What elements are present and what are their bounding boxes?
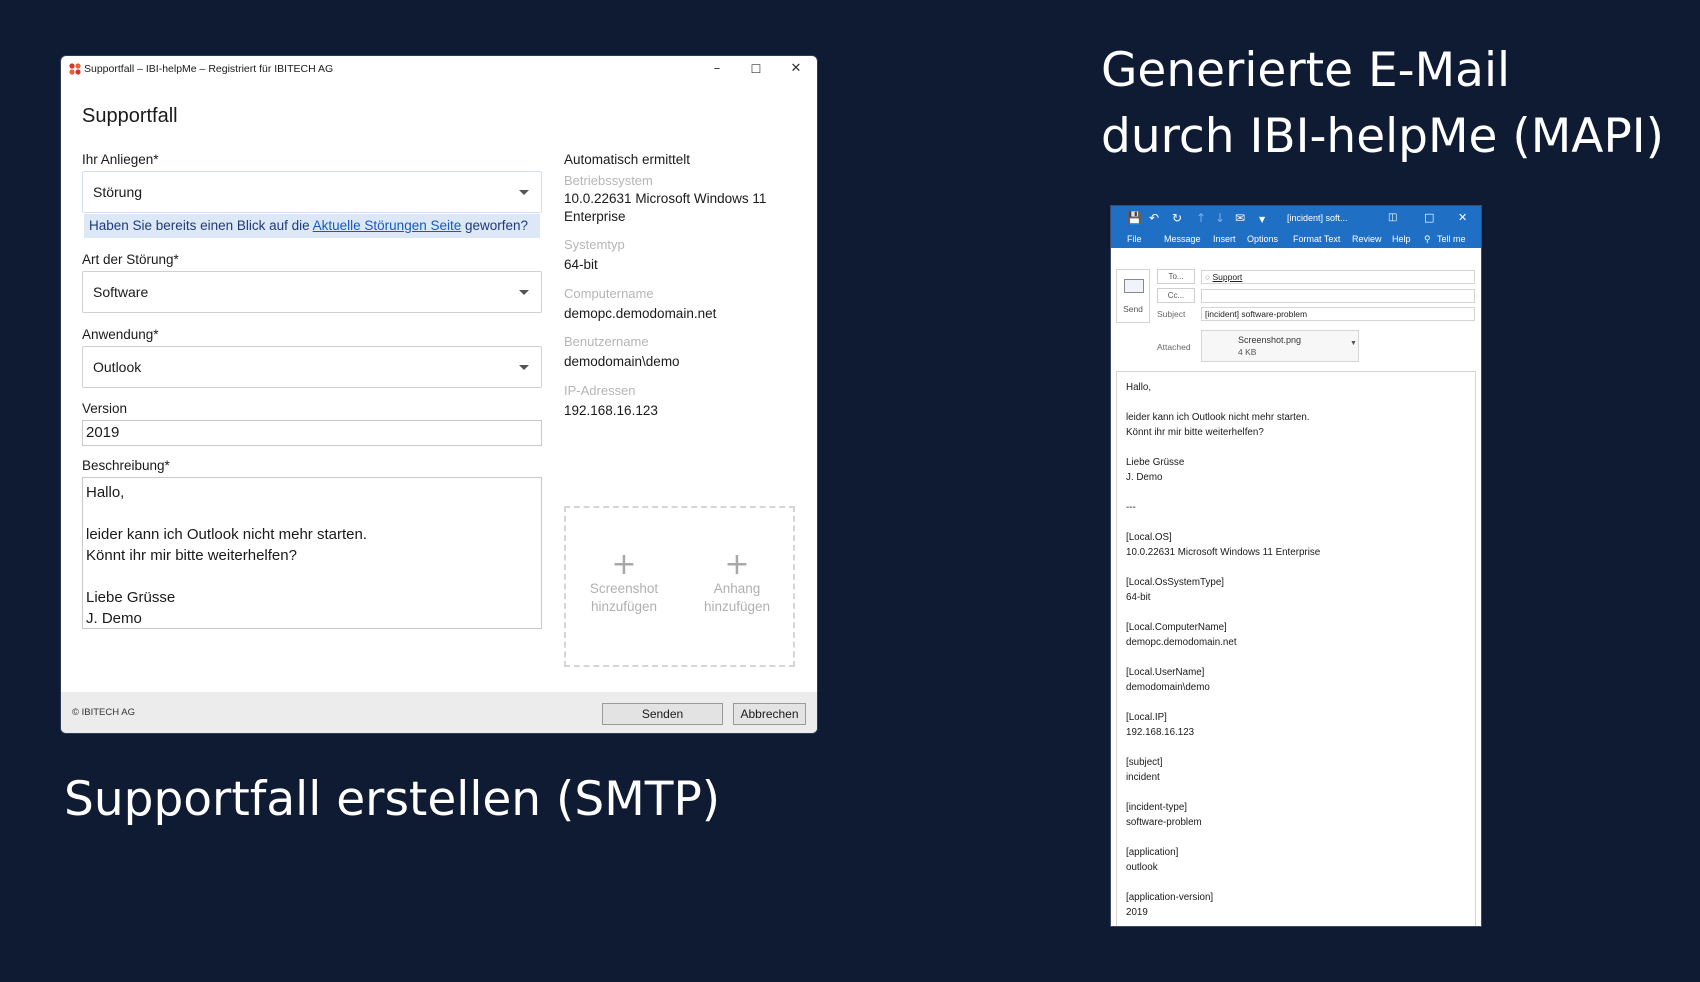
chevron-down-icon[interactable]: ▼	[1350, 340, 1357, 347]
attachment-chip[interactable]: Screenshot.png 4 KB ▼	[1201, 330, 1359, 362]
to-recipient[interactable]: Support	[1213, 272, 1243, 282]
tab-review[interactable]: Review	[1352, 234, 1382, 244]
minimize-button[interactable]: –	[698, 58, 736, 80]
tab-file[interactable]: File	[1127, 234, 1142, 244]
systemtyp-value: 64-bit	[564, 257, 598, 272]
attachment-drop-area: + Screenshot hinzufügen + Anhang hinzufü…	[564, 506, 795, 667]
caption-mapi: Generierte E-Mail durch IBI-helpMe (MAPI…	[1101, 38, 1664, 170]
maximize-icon[interactable]: □	[1424, 211, 1434, 225]
send-icon	[1124, 279, 1144, 293]
attachment-name: Screenshot.png	[1238, 335, 1302, 345]
art-label: Art der Störung*	[82, 252, 179, 267]
anliegen-value: Störung	[93, 184, 143, 200]
quick-action-icon[interactable]: ✉	[1235, 211, 1245, 225]
caption-mapi-line2: durch IBI-helpMe (MAPI)	[1101, 109, 1664, 164]
add-attachment-line2: hinzufügen	[703, 599, 771, 614]
tab-tell-me[interactable]: Tell me	[1437, 234, 1466, 244]
anwendung-value: Outlook	[93, 359, 142, 375]
anliegen-label: Ihr Anliegen*	[82, 152, 159, 167]
cancel-button[interactable]: Abbrechen	[733, 703, 806, 725]
cc-button[interactable]: Cc...	[1157, 288, 1195, 303]
to-button[interactable]: To...	[1157, 269, 1195, 284]
benutzername-value: demodomain\demo	[564, 354, 680, 369]
systemtyp-label: Systemtyp	[564, 237, 625, 252]
undo-icon[interactable]: ↶	[1149, 211, 1159, 225]
contact-status-icon: ○	[1205, 272, 1211, 282]
form-heading: Supportfall	[82, 105, 178, 127]
tab-message[interactable]: Message	[1164, 234, 1201, 244]
arrow-up-icon[interactable]: ↑	[1196, 211, 1206, 225]
chevron-down-icon	[519, 365, 529, 370]
copyright-text: © IBITECH AG	[72, 707, 135, 718]
version-input[interactable]: 2019	[82, 420, 542, 446]
close-icon[interactable]: ✕	[1458, 211, 1467, 225]
footer-bar: © IBITECH AG Senden Abbrechen	[61, 692, 817, 733]
send-label: Send	[1123, 304, 1143, 314]
add-screenshot-button[interactable]: + Screenshot hinzufügen	[574, 550, 674, 616]
os-label: Betriebssystem	[564, 173, 653, 188]
arrow-down-icon[interactable]: ↓	[1215, 211, 1225, 225]
attachment-size: 4 KB	[1238, 347, 1257, 357]
add-screenshot-line2: hinzufügen	[590, 599, 658, 614]
outlook-window-title: [incident] soft...	[1287, 213, 1348, 223]
window-titlebar: Supportfall – IBI-helpMe – Registriert f…	[61, 56, 817, 82]
anwendung-dropdown[interactable]: Outlook	[82, 346, 542, 388]
caption-mapi-line1: Generierte E-Mail	[1101, 43, 1511, 98]
chevron-down-icon[interactable]: ▼	[1259, 213, 1265, 227]
anwendung-label: Anwendung*	[82, 327, 159, 342]
ip-value: 192.168.16.123	[564, 403, 658, 418]
hint-suffix: geworfen?	[461, 218, 529, 233]
outlook-mail-window: 💾 ↶ ↻ ↑ ↓ ✉ ▼ [incident] soft... ◫ □ ✕ F…	[1111, 206, 1481, 926]
supportfall-window: Supportfall – IBI-helpMe – Registriert f…	[61, 56, 817, 733]
send-button[interactable]: Senden	[602, 703, 723, 725]
stoerungen-hint: Haben Sie bereits einen Blick auf die Ak…	[84, 214, 540, 238]
subject-label: Subject	[1157, 309, 1186, 319]
tab-format-text[interactable]: Format Text	[1293, 234, 1340, 244]
ip-label: IP-Adressen	[564, 383, 636, 398]
redo-icon[interactable]: ↻	[1172, 211, 1182, 225]
outlook-ribbon-tabs: File Message Insert Options Format Text …	[1111, 231, 1481, 248]
close-button[interactable]: ✕	[777, 58, 815, 80]
attached-label: Attached	[1157, 342, 1191, 352]
add-screenshot-line1: Screenshot	[589, 581, 659, 596]
save-icon[interactable]: 💾	[1127, 211, 1142, 225]
outlook-send-button[interactable]: Send	[1116, 269, 1150, 323]
hint-prefix: Haben Sie bereits einen Blick auf die	[89, 218, 313, 233]
ribbon-display-icon[interactable]: ◫	[1388, 211, 1397, 225]
art-dropdown[interactable]: Software	[82, 271, 542, 313]
to-field[interactable]: ○ Support	[1201, 270, 1475, 284]
window-title: Supportfall – IBI-helpMe – Registriert f…	[84, 63, 334, 75]
computername-label: Computername	[564, 286, 654, 301]
cc-field[interactable]	[1201, 289, 1475, 303]
outlook-titlebar: 💾 ↶ ↻ ↑ ↓ ✉ ▼ [incident] soft... ◫ □ ✕	[1111, 206, 1481, 231]
tab-options[interactable]: Options	[1247, 234, 1278, 244]
tab-help[interactable]: Help	[1392, 234, 1411, 244]
maximize-button[interactable]: ☐	[737, 58, 775, 80]
beschreibung-label: Beschreibung*	[82, 458, 170, 473]
add-attachment-button[interactable]: + Anhang hinzufügen	[687, 550, 787, 616]
chevron-down-icon	[519, 190, 529, 195]
computername-value: demopc.demodomain.net	[564, 306, 717, 321]
subject-field[interactable]: [incident] software-problem	[1201, 307, 1475, 321]
tell-me-icon[interactable]: ⚲	[1424, 234, 1431, 245]
caption-smtp: Supportfall erstellen (SMTP)	[64, 772, 721, 827]
aktuelle-stoerungen-link[interactable]: Aktuelle Störungen Seite	[313, 218, 462, 233]
benutzername-label: Benutzername	[564, 334, 649, 349]
chevron-down-icon	[519, 290, 529, 295]
art-value: Software	[93, 284, 149, 300]
ibi-helpme-logo-icon	[69, 63, 81, 75]
auto-detected-heading: Automatisch ermittelt	[564, 152, 691, 167]
anliegen-dropdown[interactable]: Störung	[82, 171, 542, 213]
tab-insert[interactable]: Insert	[1213, 234, 1236, 244]
plus-icon: +	[724, 547, 750, 582]
version-label: Version	[82, 401, 128, 416]
beschreibung-textarea[interactable]: Hallo, leider kann ich Outlook nicht meh…	[82, 477, 542, 629]
plus-icon: +	[611, 547, 637, 582]
add-attachment-line1: Anhang	[713, 581, 761, 596]
os-value: 10.0.22631 Microsoft Windows 11 Enterpri…	[564, 191, 767, 224]
mail-body[interactable]: Hallo, leider kann ich Outlook nicht meh…	[1116, 371, 1476, 926]
